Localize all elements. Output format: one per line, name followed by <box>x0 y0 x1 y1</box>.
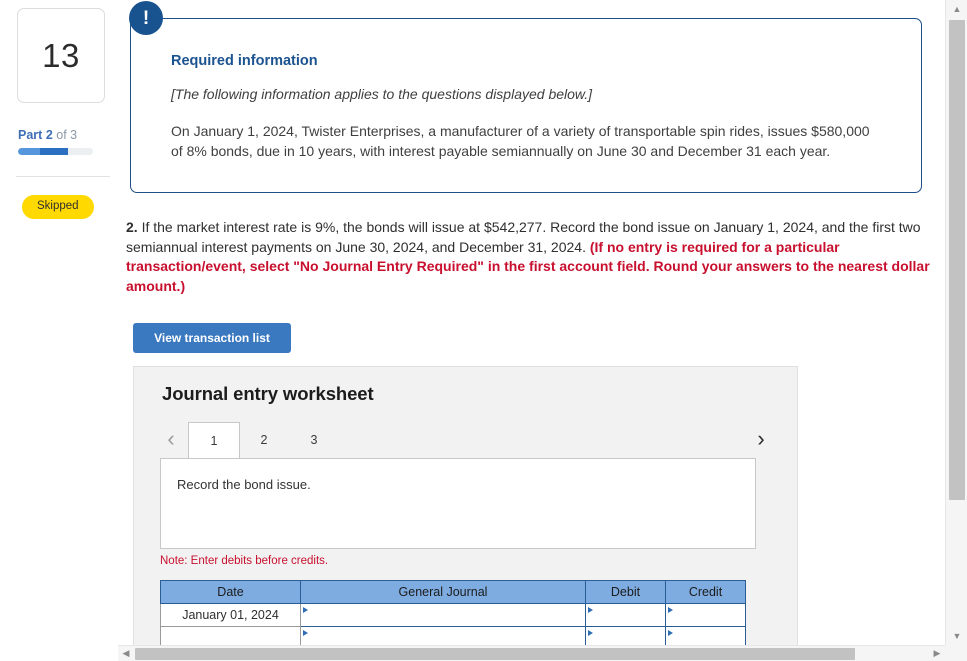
worksheet-tab-1[interactable]: 1 <box>188 422 240 459</box>
dropdown-triangle-icon <box>668 607 673 613</box>
required-information-callout: ! Required information [The following in… <box>129 1 922 193</box>
worksheet-tabstrip: ‹ 1 2 3 › <box>160 422 772 459</box>
cell-debit[interactable] <box>585 626 666 645</box>
part-total: 3 <box>70 128 78 142</box>
column-header-general-journal: General Journal <box>300 580 586 604</box>
scroll-right-icon[interactable]: ▶ <box>929 646 945 661</box>
horizontal-scrollbar-thumb[interactable] <box>135 648 855 660</box>
worksheet-note: Note: Enter debits before credits. <box>160 555 329 567</box>
question-statement: 2. If the market interest rate is 9%, th… <box>126 218 938 296</box>
part-indicator: Part 2 of 3 <box>18 128 77 142</box>
part-progress-bar <box>18 148 93 155</box>
question-number: 13 <box>42 36 80 74</box>
dropdown-triangle-icon <box>303 607 308 613</box>
sidebar-divider <box>16 176 110 177</box>
scrollbar-corner <box>945 645 967 661</box>
exclamation-glyph: ! <box>142 7 150 29</box>
journal-entry-worksheet-panel: Journal entry worksheet ‹ 1 2 3 › Record… <box>133 366 798 645</box>
chevron-left-icon[interactable]: ‹ <box>160 426 182 452</box>
worksheet-instruction: Record the bond issue. <box>177 477 311 492</box>
cell-credit[interactable] <box>665 626 746 645</box>
scroll-up-icon[interactable]: ▲ <box>946 0 967 18</box>
question-sidebar: 13 Part 2 of 3 Skipped <box>0 0 118 645</box>
worksheet-tab-3[interactable]: 3 <box>294 422 334 458</box>
callout-title: Required information <box>171 53 318 69</box>
cell-date[interactable] <box>160 626 301 645</box>
callout-italic-note: [The following information applies to th… <box>171 86 593 102</box>
horizontal-scrollbar[interactable]: ◀ ▶ <box>118 645 945 661</box>
table-row: January 01, 2024 <box>160 603 746 627</box>
worksheet-title: Journal entry worksheet <box>162 383 374 404</box>
scroll-left-icon[interactable]: ◀ <box>118 646 134 661</box>
callout-body: On January 1, 2024, Twister Enterprises,… <box>171 123 870 159</box>
scroll-down-icon[interactable]: ▼ <box>946 627 967 645</box>
column-header-credit: Credit <box>665 580 746 604</box>
progress-segment-one <box>18 148 40 155</box>
callout-inner: Required information [The following info… <box>131 19 921 161</box>
cell-debit[interactable] <box>585 603 666 627</box>
column-header-date: Date <box>160 580 301 604</box>
table-row <box>160 626 746 645</box>
question-statement-number: 2. <box>126 219 138 235</box>
cell-general-journal[interactable] <box>300 626 586 645</box>
journal-entry-table: Date General Journal Debit Credit Januar… <box>160 580 746 645</box>
dropdown-triangle-icon <box>303 630 308 636</box>
main-content: ! Required information [The following in… <box>118 0 945 645</box>
vertical-scrollbar-thumb[interactable] <box>949 20 965 500</box>
cell-date[interactable]: January 01, 2024 <box>160 603 301 627</box>
cell-credit[interactable] <box>665 603 746 627</box>
question-page: 13 Part 2 of 3 Skipped ! Required inform… <box>0 0 967 661</box>
dropdown-triangle-icon <box>668 630 673 636</box>
cell-general-journal[interactable] <box>300 603 586 627</box>
worksheet-tab-panel: Record the bond issue. <box>160 458 756 549</box>
status-badge[interactable]: Skipped <box>22 195 94 219</box>
exclamation-icon: ! <box>129 1 163 35</box>
part-of-word: of <box>56 128 67 142</box>
chevron-right-icon[interactable]: › <box>750 426 772 452</box>
part-prefix: Part <box>18 128 43 142</box>
dropdown-triangle-icon <box>588 630 593 636</box>
column-header-debit: Debit <box>585 580 666 604</box>
dropdown-triangle-icon <box>588 607 593 613</box>
question-number-card: 13 <box>17 8 105 103</box>
table-header-row: Date General Journal Debit Credit <box>160 580 746 604</box>
view-transaction-list-button[interactable]: View transaction list <box>133 323 291 353</box>
vertical-scrollbar[interactable]: ▲ ▼ <box>945 0 967 645</box>
progress-segment-two <box>40 148 68 155</box>
worksheet-tab-2[interactable]: 2 <box>244 422 284 458</box>
part-current: 2 <box>45 128 53 142</box>
